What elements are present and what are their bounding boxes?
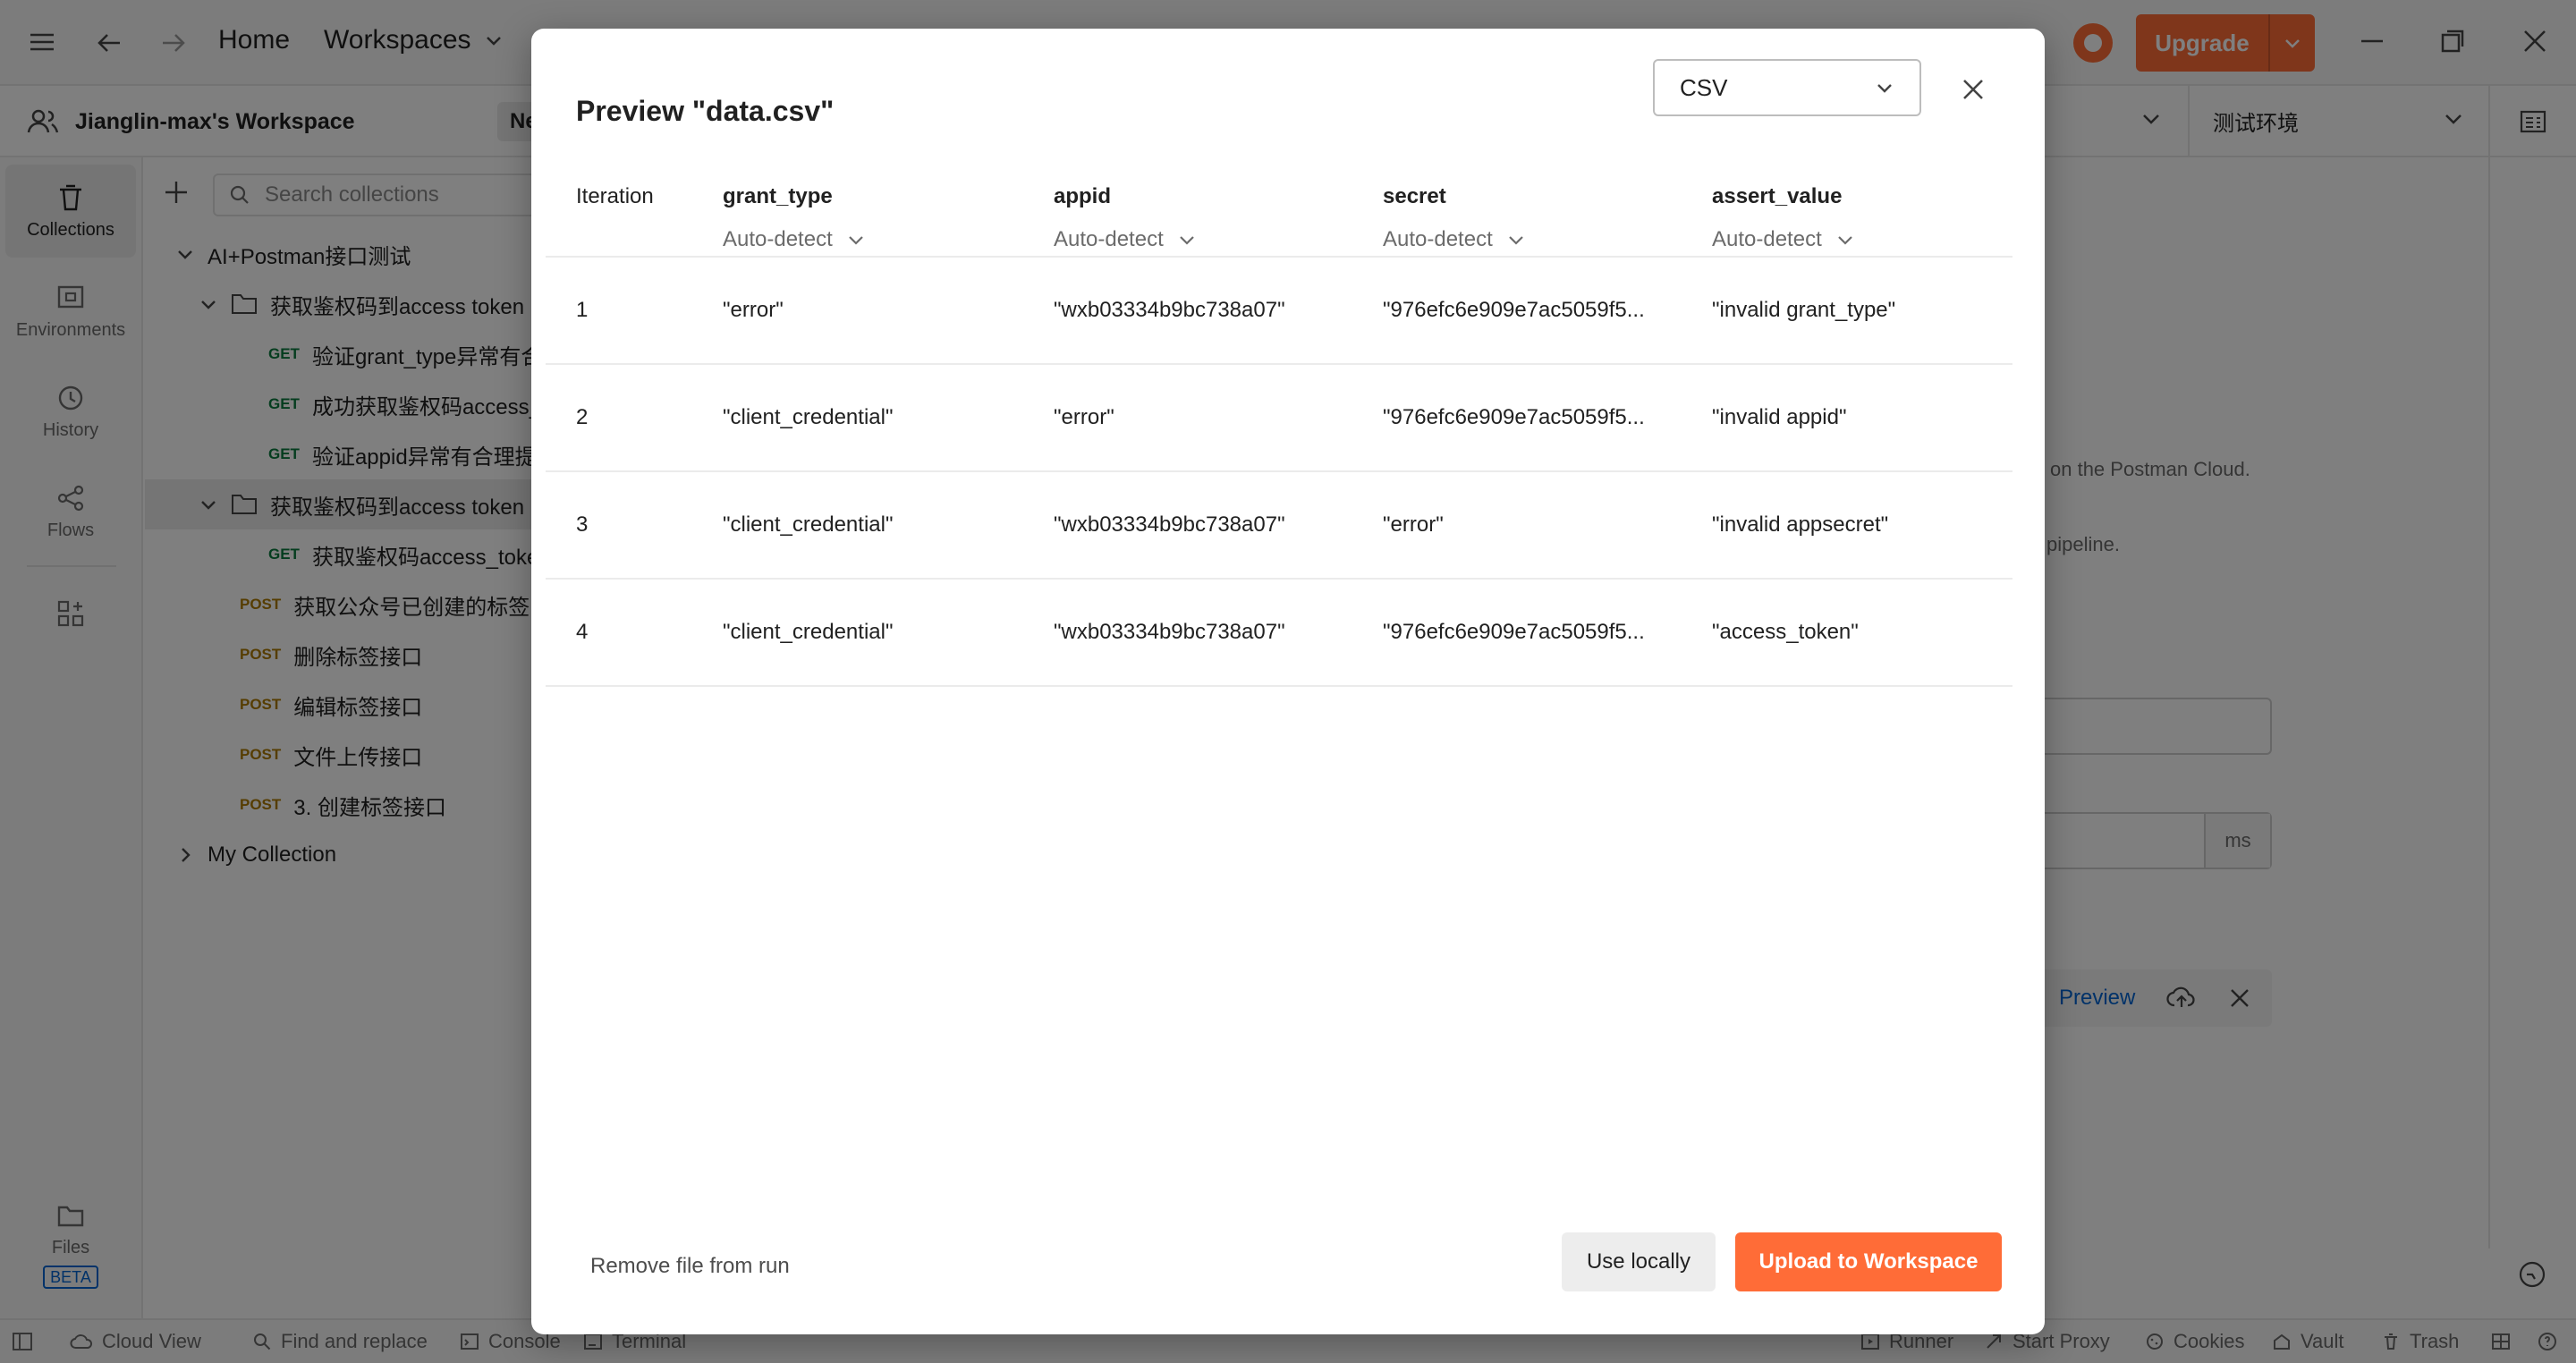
column-header: secret <box>1383 184 1446 208</box>
preview-table: Iteration grant_type Auto-detect appid Auto-… <box>546 163 2012 687</box>
table-cell: 3 <box>576 512 589 537</box>
column-type-select[interactable]: Auto-detect <box>1712 227 1854 252</box>
table-cell: "access_token" <box>1712 620 1859 644</box>
table-cell: "invalid appsecret" <box>1712 512 1889 537</box>
upload-to-workspace-button[interactable]: Upload to Workspace <box>1735 1232 2002 1291</box>
format-value: CSV <box>1680 73 1728 101</box>
column-type-label: Auto-detect <box>1712 227 1822 251</box>
format-select[interactable]: CSV <box>1653 59 1921 116</box>
column-type-label: Auto-detect <box>723 227 833 251</box>
column-header: Iteration <box>576 184 654 208</box>
chevron-down-icon <box>1836 231 1854 249</box>
table-row: 1 "error" "wxb03334b9bc738a07" "976efc6e909… <box>546 258 2012 365</box>
use-locally-button[interactable]: Use locally <box>1562 1232 1716 1291</box>
chevron-down-icon <box>1507 231 1525 249</box>
table-cell: "client_credential" <box>723 620 894 644</box>
chevron-down-icon <box>1178 231 1196 249</box>
table-cell: "error" <box>1383 512 1444 537</box>
remove-file-button[interactable]: Remove file from run <box>590 1254 790 1279</box>
table-cell: "client_credential" <box>723 512 894 537</box>
chevron-down-icon <box>847 231 865 249</box>
table-row: 4 "client_credential" "wxb03334b9bc738a07"… <box>546 580 2012 687</box>
column-header: grant_type <box>723 184 833 208</box>
table-cell: 2 <box>576 405 589 429</box>
table-cell: "client_credential" <box>723 405 894 429</box>
table-cell: "error" <box>1054 405 1114 429</box>
preview-modal: Preview "data.csv" CSV Iteration grant_ty… <box>531 29 2045 1334</box>
close-icon <box>1963 80 1983 99</box>
column-type-label: Auto-detect <box>1054 227 1164 251</box>
column-type-select[interactable]: Auto-detect <box>723 227 865 252</box>
column-type-label: Auto-detect <box>1383 227 1493 251</box>
table-cell: 4 <box>576 620 589 644</box>
table-row: 3 "client_credential" "wxb03334b9bc738a07"… <box>546 472 2012 580</box>
table-row: 2 "client_credential" "error" "976efc6e909e… <box>546 365 2012 472</box>
table-body: 1 "error" "wxb03334b9bc738a07" "976efc6e909… <box>546 258 2012 687</box>
column-type-select[interactable]: Auto-detect <box>1383 227 1525 252</box>
chevron-down-icon <box>1877 84 1892 93</box>
table-cell: "976efc6e909e7ac5059f5... <box>1383 298 1645 322</box>
table-cell: "invalid appid" <box>1712 405 1847 429</box>
column-type-select[interactable]: Auto-detect <box>1054 227 1196 252</box>
table-cell: "error" <box>723 298 784 322</box>
table-cell: "wxb03334b9bc738a07" <box>1054 512 1285 537</box>
table-cell: 1 <box>576 298 589 322</box>
table-cell: "invalid grant_type" <box>1712 298 1896 322</box>
table-cell: "976efc6e909e7ac5059f5... <box>1383 405 1645 429</box>
table-cell: "wxb03334b9bc738a07" <box>1054 298 1285 322</box>
modal-title: Preview "data.csv" <box>576 95 835 127</box>
column-header: appid <box>1054 184 1111 208</box>
close-modal-button[interactable] <box>1953 70 1993 109</box>
table-cell: "976efc6e909e7ac5059f5... <box>1383 620 1645 644</box>
column-header: assert_value <box>1712 184 1843 208</box>
table-header: Iteration grant_type Auto-detect appid Auto-… <box>546 163 2012 258</box>
table-cell: "wxb03334b9bc738a07" <box>1054 620 1285 644</box>
